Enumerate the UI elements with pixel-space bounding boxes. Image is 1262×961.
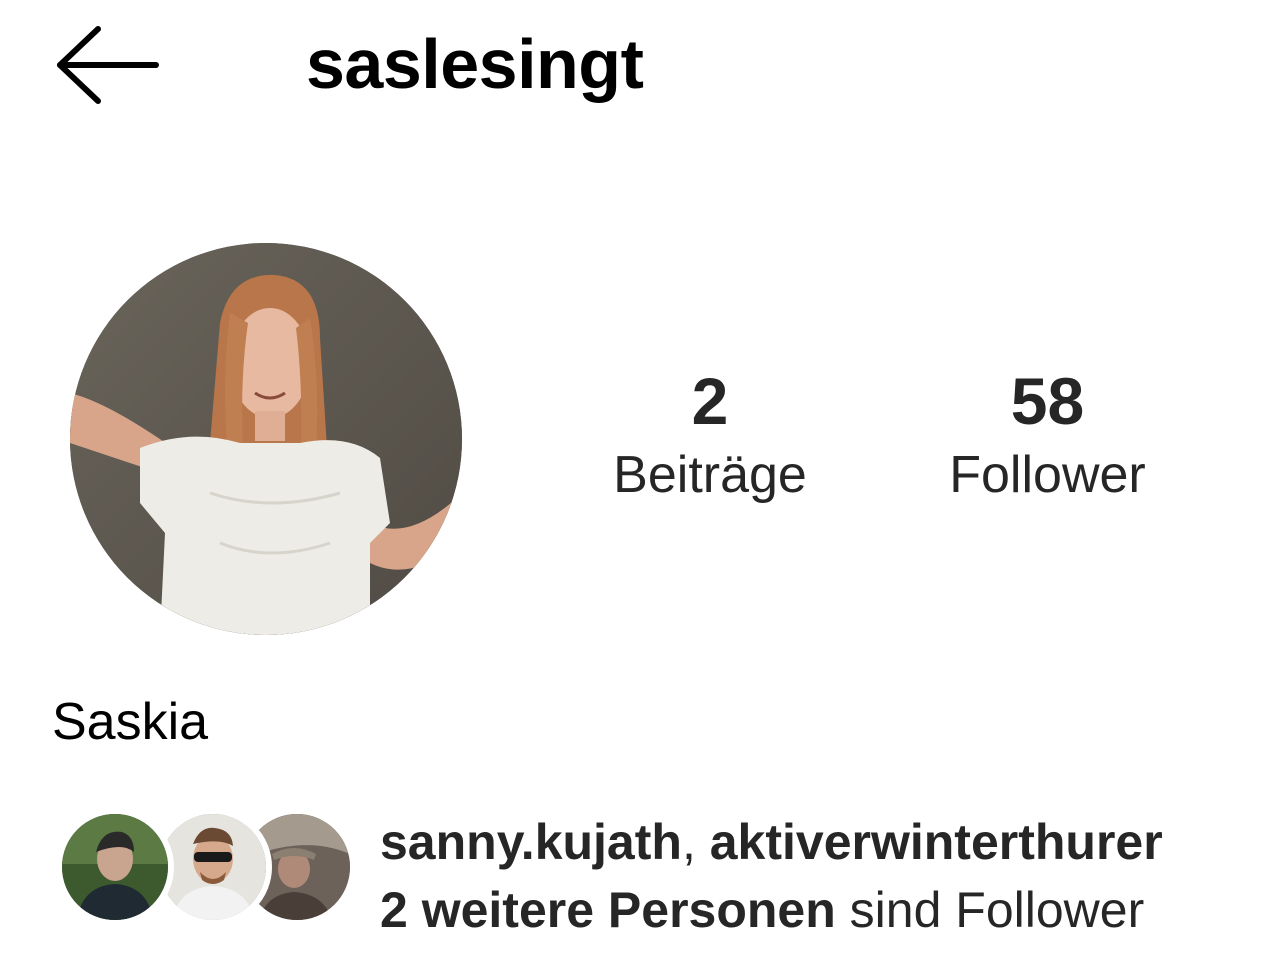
followers-count: 58 [1010,364,1085,438]
arrow-left-icon [54,25,160,110]
follower-link-sanny-kujath[interactable]: sanny.kujath [380,814,682,870]
followers-suffix: sind Follower [835,882,1145,938]
mutual-followers-line-1: sanny.kujath, aktiverwinterthurer [380,808,1260,876]
mutual-followers-text: sanny.kujath, aktiverwinterthurer 2 weit… [380,808,1260,944]
page-title: saslesingt [306,25,644,103]
followers-stat[interactable]: 58 Follower [910,362,1185,507]
profile-avatar[interactable] [70,243,462,635]
separator: , [681,814,710,870]
back-button[interactable] [52,25,162,110]
posts-label: Beiträge [613,446,807,504]
followers-label: Follower [949,446,1146,504]
avatar [56,808,174,926]
avatar-photo [70,243,462,635]
mutual-followers-avatars[interactable] [56,808,356,928]
follower-link-others[interactable]: 2 weitere Personen [380,882,836,938]
follower-link-aktiverwinterthurer[interactable]: aktiverwinterthurer [710,814,1163,870]
profile-screen: saslesingt 2 Beiträge 58 Follower Saskia… [0,0,1262,961]
posts-stat[interactable]: 2 Beiträge [580,362,840,507]
mutual-followers-line-2: 2 weitere Personen sind Follower [380,876,1260,944]
posts-count: 2 [691,364,729,438]
display-name: Saskia [52,693,209,751]
